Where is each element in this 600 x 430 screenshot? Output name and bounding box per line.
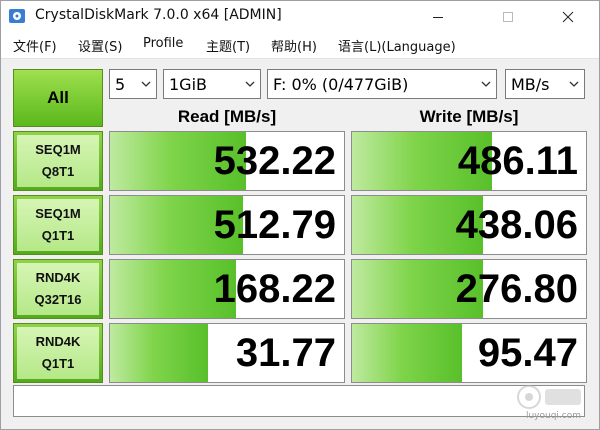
write-result-value: 276.80	[455, 267, 578, 311]
minimize-icon	[433, 16, 443, 18]
watermark-text: luyouqi.com	[525, 411, 581, 421]
drive-value: F: 0% (0/477GiB)	[273, 75, 409, 94]
test-button-rnd4k-q32t16[interactable]: RND4K Q32T16	[13, 259, 103, 319]
chevron-down-icon	[569, 81, 579, 87]
read-result-cell: 31.77	[109, 323, 345, 383]
menu-theme[interactable]: 主题(T)	[206, 36, 250, 55]
window-title: CrystalDiskMark 7.0.0 x64 [ADMIN]	[35, 7, 282, 23]
chevron-down-icon	[245, 81, 255, 87]
minimize-button[interactable]	[415, 1, 461, 32]
run-all-button[interactable]: All	[13, 69, 103, 127]
read-result-value: 512.79	[213, 203, 336, 247]
read-result-bar	[110, 324, 209, 382]
write-header: Write [MB/s]	[419, 107, 519, 126]
test-params: Q1T1	[41, 356, 75, 371]
close-button[interactable]	[545, 1, 591, 32]
read-header: Read [MB/s]	[177, 107, 277, 126]
unit-select[interactable]: MB/s	[505, 69, 585, 99]
title-bar[interactable]: CrystalDiskMark 7.0.0 x64 [ADMIN]	[1, 1, 599, 32]
test-button-face: SEQ1M Q1T1	[17, 199, 99, 251]
read-result-cell: 168.22	[109, 259, 345, 319]
write-result-cell: 95.47	[351, 323, 587, 383]
menu-bar: 文件(F) 设置(S) Profile 主题(T) 帮助(H) 语言(L)(La…	[1, 32, 599, 59]
close-icon	[562, 11, 574, 22]
write-result-bar	[352, 324, 462, 382]
menu-settings[interactable]: 设置(S)	[78, 36, 122, 55]
test-button-seq1m-q8t1[interactable]: SEQ1M Q8T1	[13, 131, 103, 191]
write-result-cell: 276.80	[351, 259, 587, 319]
test-name: SEQ1M	[35, 206, 81, 221]
menu-file[interactable]: 文件(F)	[13, 36, 57, 55]
read-result-value: 532.22	[213, 139, 336, 183]
write-result-cell: 486.11	[351, 131, 587, 191]
maximize-icon	[503, 11, 513, 22]
app-window: CrystalDiskMark 7.0.0 x64 [ADMIN] 文件(F) …	[0, 0, 600, 430]
test-count-select[interactable]: 5	[109, 69, 157, 99]
test-name: SEQ1M	[35, 142, 81, 157]
test-name: RND4K	[35, 334, 81, 349]
write-result-value: 486.11	[457, 139, 578, 183]
comment-field[interactable]	[13, 385, 585, 417]
test-params: Q8T1	[41, 164, 75, 179]
read-result-cell: 532.22	[109, 131, 345, 191]
test-button-rnd4k-q1t1[interactable]: RND4K Q1T1	[13, 323, 103, 383]
test-params: Q32T16	[34, 292, 82, 307]
test-count-value: 5	[115, 75, 126, 94]
read-result-value: 168.22	[213, 267, 336, 311]
menu-help[interactable]: 帮助(H)	[271, 36, 317, 55]
write-result-value: 95.47	[477, 331, 578, 375]
drive-select[interactable]: F: 0% (0/477GiB)	[267, 69, 497, 99]
maximize-button[interactable]	[485, 1, 531, 32]
test-button-face: RND4K Q1T1	[17, 327, 99, 379]
test-button-face: RND4K Q32T16	[17, 263, 99, 315]
test-button-seq1m-q1t1[interactable]: SEQ1M Q1T1	[13, 195, 103, 255]
unit-value: MB/s	[511, 75, 550, 94]
chevron-down-icon	[481, 81, 491, 87]
menu-profile[interactable]: Profile	[143, 36, 183, 51]
test-button-face: SEQ1M Q8T1	[17, 135, 99, 187]
write-result-value: 438.06	[455, 203, 578, 247]
test-name: RND4K	[35, 270, 81, 285]
read-result-value: 31.77	[235, 331, 336, 375]
disk-icon	[9, 9, 25, 23]
write-result-cell: 438.06	[351, 195, 587, 255]
menu-language[interactable]: 语言(L)(Language)	[338, 36, 456, 55]
test-params: Q1T1	[41, 228, 75, 243]
read-result-cell: 512.79	[109, 195, 345, 255]
test-size-select[interactable]: 1GiB	[163, 69, 261, 99]
chevron-down-icon	[141, 81, 151, 87]
test-size-value: 1GiB	[169, 75, 207, 94]
